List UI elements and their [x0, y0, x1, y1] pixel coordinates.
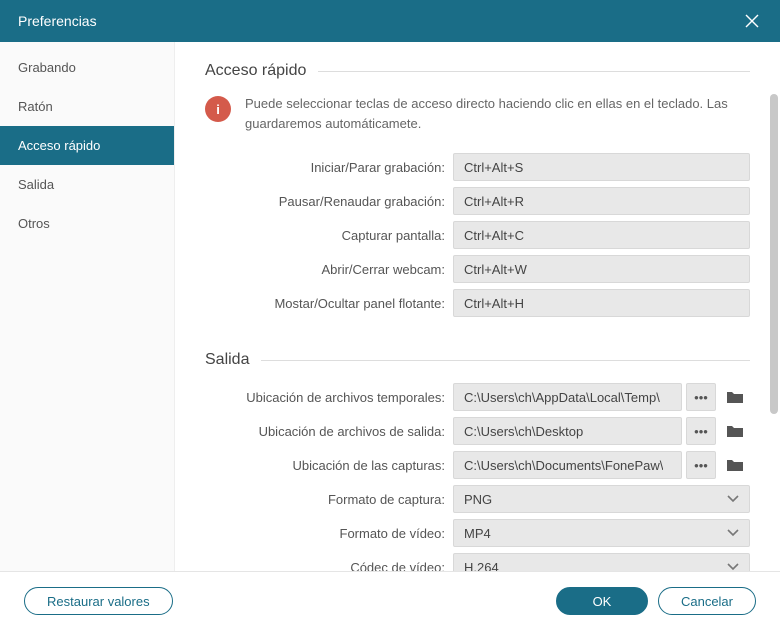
ok-button[interactable]: OK [556, 587, 648, 615]
hotkey-label: Abrir/Cerrar webcam: [205, 262, 453, 277]
sidebar: Grabando Ratón Acceso rápido Salida Otro… [0, 42, 175, 571]
chevron-down-icon [727, 563, 739, 571]
open-folder-button[interactable] [720, 417, 750, 445]
sidebar-item-output[interactable]: Salida [0, 165, 174, 204]
select-video-format[interactable]: MP4 [453, 519, 750, 547]
sidebar-item-recording[interactable]: Grabando [0, 48, 174, 87]
ellipsis-icon: ••• [694, 424, 708, 439]
open-folder-button[interactable] [720, 383, 750, 411]
section-title-hotkeys: Acceso rápido [205, 62, 750, 80]
hotkey-label: Iniciar/Parar grabación: [205, 160, 453, 175]
folder-icon [726, 424, 744, 438]
select-value: MP4 [464, 526, 491, 541]
ellipsis-icon: ••• [694, 390, 708, 405]
hotkey-row-panel: Mostar/Ocultar panel flotante: Ctrl+Alt+… [205, 289, 750, 317]
open-folder-button[interactable] [720, 451, 750, 479]
cancel-button[interactable]: Cancelar [658, 587, 756, 615]
info-row: i Puede seleccionar teclas de acceso dir… [205, 94, 750, 133]
section-title-hotkeys-text: Acceso rápido [205, 62, 306, 80]
folder-icon [726, 390, 744, 404]
hotkey-value: Ctrl+Alt+R [464, 194, 524, 209]
footer: Restaurar valores OK Cancelar [0, 572, 780, 630]
select-label: Códec de vídeo: [205, 560, 453, 572]
scrollbar-thumb[interactable] [770, 94, 778, 414]
select-capture-format[interactable]: PNG [453, 485, 750, 513]
browse-button[interactable]: ••• [686, 417, 716, 445]
browse-button[interactable]: ••• [686, 383, 716, 411]
path-row-output: Ubicación de archivos de salida: C:\User… [205, 417, 750, 445]
select-label: Formato de vídeo: [205, 526, 453, 541]
hotkey-label: Mostar/Ocultar panel flotante: [205, 296, 453, 311]
ellipsis-icon: ••• [694, 458, 708, 473]
path-input-temp[interactable]: C:\Users\ch\AppData\Local\Temp\ [453, 383, 682, 411]
select-row-video-codec: Códec de vídeo: H.264 [205, 553, 750, 571]
path-label: Ubicación de archivos de salida: [205, 424, 453, 439]
chevron-down-icon [727, 495, 739, 503]
select-row-capture-format: Formato de captura: PNG [205, 485, 750, 513]
divider [318, 71, 750, 72]
hotkey-label: Capturar pantalla: [205, 228, 453, 243]
divider [261, 360, 750, 361]
hotkey-input-panel[interactable]: Ctrl+Alt+H [453, 289, 750, 317]
select-value: H.264 [464, 560, 499, 572]
sidebar-item-others[interactable]: Otros [0, 204, 174, 243]
hotkey-value: Ctrl+Alt+S [464, 160, 523, 175]
path-value: C:\Users\ch\AppData\Local\Temp\ [464, 390, 660, 405]
hotkey-value: Ctrl+Alt+H [464, 296, 524, 311]
path-label: Ubicación de archivos temporales: [205, 390, 453, 405]
hotkey-row-start-stop: Iniciar/Parar grabación: Ctrl+Alt+S [205, 153, 750, 181]
select-video-codec[interactable]: H.264 [453, 553, 750, 571]
path-value: C:\Users\ch\Desktop [464, 424, 583, 439]
window-title: Preferencias [18, 13, 97, 29]
path-row-temp: Ubicación de archivos temporales: C:\Use… [205, 383, 750, 411]
hotkey-input-capture[interactable]: Ctrl+Alt+C [453, 221, 750, 249]
hotkey-input-start-stop[interactable]: Ctrl+Alt+S [453, 153, 750, 181]
path-value: C:\Users\ch\Documents\FonePaw\ [464, 458, 663, 473]
hotkey-input-webcam[interactable]: Ctrl+Alt+W [453, 255, 750, 283]
select-row-video-format: Formato de vídeo: MP4 [205, 519, 750, 547]
titlebar: Preferencias [0, 0, 780, 42]
browse-button[interactable]: ••• [686, 451, 716, 479]
path-input-output[interactable]: C:\Users\ch\Desktop [453, 417, 682, 445]
close-icon[interactable] [742, 11, 762, 31]
select-label: Formato de captura: [205, 492, 453, 507]
select-value: PNG [464, 492, 492, 507]
path-input-screenshots[interactable]: C:\Users\ch\Documents\FonePaw\ [453, 451, 682, 479]
info-text: Puede seleccionar teclas de acceso direc… [245, 94, 750, 133]
sidebar-item-hotkeys[interactable]: Acceso rápido [0, 126, 174, 165]
hotkey-value: Ctrl+Alt+W [464, 262, 527, 277]
path-row-screenshots: Ubicación de las capturas: C:\Users\ch\D… [205, 451, 750, 479]
path-label: Ubicación de las capturas: [205, 458, 453, 473]
section-title-output-text: Salida [205, 351, 249, 369]
chevron-down-icon [727, 529, 739, 537]
info-icon: i [205, 96, 231, 122]
folder-icon [726, 458, 744, 472]
hotkey-value: Ctrl+Alt+C [464, 228, 524, 243]
hotkey-row-webcam: Abrir/Cerrar webcam: Ctrl+Alt+W [205, 255, 750, 283]
content-panel: Acceso rápido i Puede seleccionar teclas… [175, 42, 780, 571]
hotkey-input-pause[interactable]: Ctrl+Alt+R [453, 187, 750, 215]
hotkey-label: Pausar/Renaudar grabación: [205, 194, 453, 209]
sidebar-item-mouse[interactable]: Ratón [0, 87, 174, 126]
hotkey-row-capture: Capturar pantalla: Ctrl+Alt+C [205, 221, 750, 249]
restore-defaults-button[interactable]: Restaurar valores [24, 587, 173, 615]
section-title-output: Salida [205, 351, 750, 369]
hotkey-row-pause: Pausar/Renaudar grabación: Ctrl+Alt+R [205, 187, 750, 215]
